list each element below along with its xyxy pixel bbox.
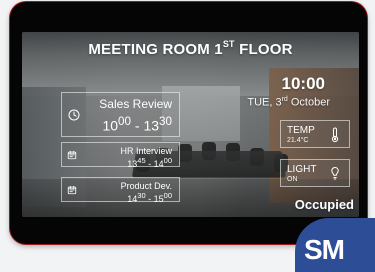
current-time: 10:00 [281,74,325,93]
calendar-icon [67,150,77,159]
calendar-icon [67,185,77,194]
meeting-title: Product Dev. [120,181,172,191]
meeting-card-current[interactable]: Sales Review 1000 - 1330 [61,92,180,137]
meeting-time: 1430 - 1500 [127,191,172,204]
meeting-time: 1000 - 1330 [102,115,172,134]
brand-badge: SM [295,218,375,272]
clock-icon [68,109,80,120]
current-date: TUE, 3rd October [247,96,330,109]
thermometer-icon [329,126,341,144]
meeting-title: HR Interview [120,146,172,156]
light-sensor[interactable]: LIGHT ON [280,159,350,187]
room-display-screen: MEETING ROOM 1ST FLOOR 10:00 TUE, 3rd Oc… [22,32,359,217]
meeting-time: 1345 - 1400 [127,156,172,169]
brand-text: SM [304,234,345,265]
meeting-card-upcoming[interactable]: Product Dev. 1430 - 1500 [61,177,180,204]
meeting-card-upcoming[interactable]: HR Interview 1345 - 1400 [61,142,180,169]
bulb-icon [329,165,341,183]
temperature-sensor[interactable]: TEMP 21.4°C [280,120,350,148]
room-title: MEETING ROOM 1ST FLOOR [88,39,293,58]
occupancy-status: Occupied [294,197,354,212]
meeting-title: Sales Review [99,97,172,111]
